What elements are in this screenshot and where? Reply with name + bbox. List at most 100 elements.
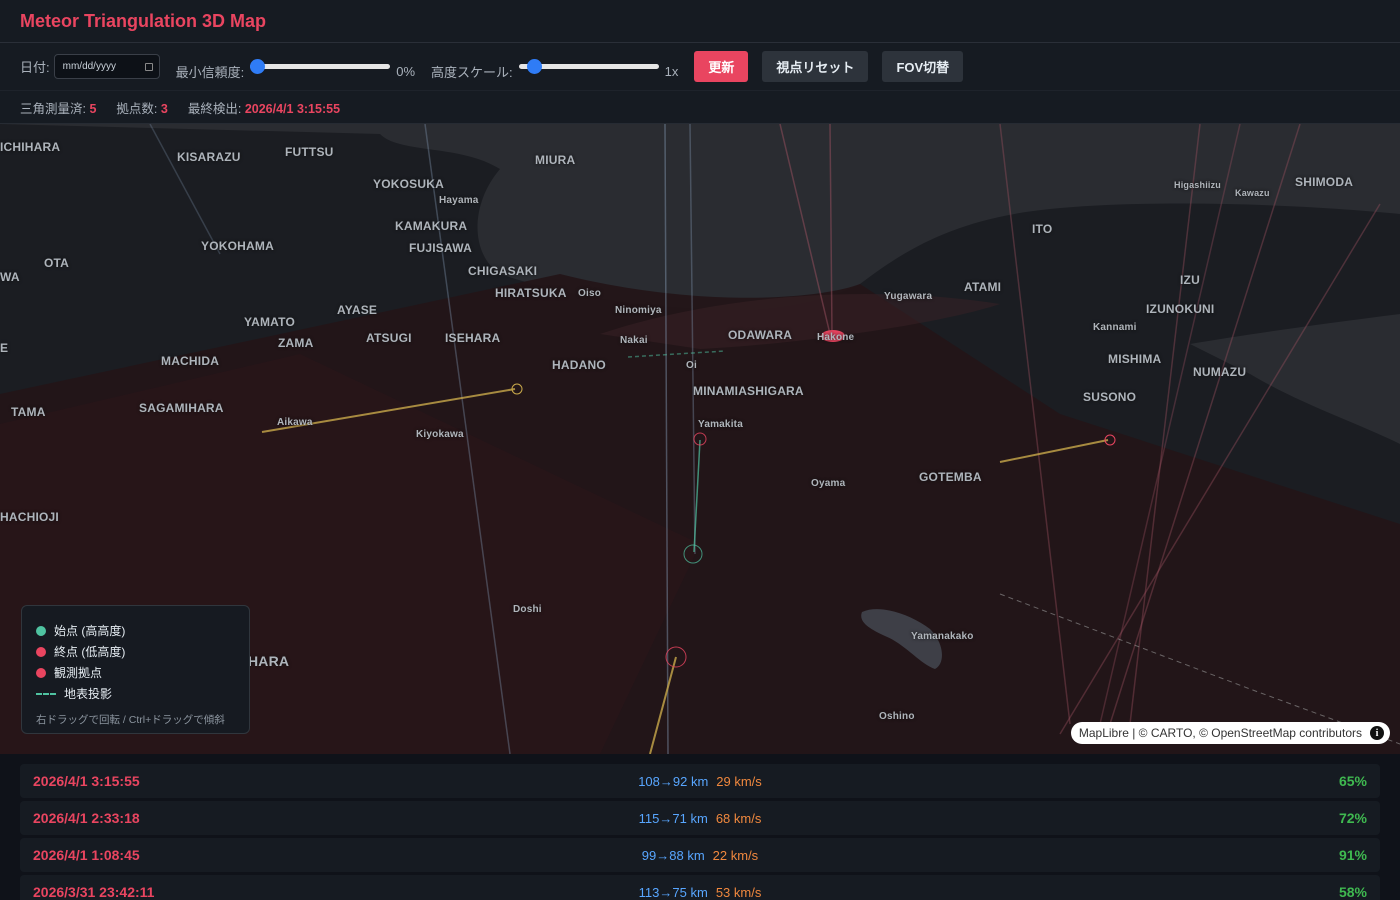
place-label: KAMAKURA: [395, 219, 468, 233]
legend-end: 終点 (低高度): [36, 641, 235, 662]
place-label: NUMAZU: [1193, 365, 1247, 379]
place-label: Yugawara: [884, 291, 933, 302]
place-label: ITO: [1032, 222, 1053, 236]
fov-toggle-button[interactable]: FOV切替: [882, 51, 964, 82]
place-label: HADANO: [552, 358, 606, 372]
place-label: SUSONO: [1083, 390, 1137, 404]
place-label: Oiso: [578, 288, 602, 299]
detection-time: 2026/3/31 23:42:11: [33, 884, 155, 900]
slider-track: [250, 63, 391, 69]
place-label: MACHIDA: [161, 354, 220, 368]
app-title: Meteor Triangulation 3D Map: [20, 10, 267, 31]
place-label: Kiyokawa: [416, 429, 464, 440]
start-dot-icon: [36, 625, 46, 636]
place-label: Yamanakako: [911, 631, 974, 642]
bay-area: [1190, 314, 1400, 444]
control-bar: 日付: mm/dd/yyyy 最小信頼度: 0% 高度スケール: 1x 更新 視…: [0, 43, 1400, 91]
place-label: TAMA: [11, 405, 46, 419]
end-dot-icon: [36, 646, 46, 657]
place-label: Oshino: [879, 711, 915, 722]
place-label: YOKOSUKA: [373, 177, 444, 191]
place-label: SAGAMIHARA: [139, 401, 224, 415]
place-label: ODAWARA: [728, 328, 793, 342]
place-label: ATAMI: [964, 280, 1002, 294]
triangulated-count: 三角測量済: 5: [20, 101, 97, 116]
detection-row[interactable]: 2026/4/1 2:33:18 115→71 km 68 km/s 72%: [20, 801, 1380, 835]
detection-speed: 29 km/s: [716, 773, 762, 789]
min-confidence-slider[interactable]: [250, 57, 391, 77]
place-label: Aikawa: [277, 417, 313, 428]
detection-altitude: 115→71 km: [638, 810, 708, 826]
legend-start: 始点 (高高度): [36, 620, 235, 641]
update-button[interactable]: 更新: [694, 51, 749, 82]
place-label: ATSUGI: [366, 331, 412, 345]
place-label: HARA: [248, 653, 290, 669]
detection-list: 2026/4/1 3:15:55 108→92 km 29 km/s 65% 20…: [0, 754, 1400, 900]
place-label: CHIGASAKI: [468, 264, 538, 278]
detection-confidence: 58%: [1338, 884, 1367, 900]
altitude-scale-value: 1x: [664, 64, 679, 79]
legend-hint: 右ドラッグで回転 / Ctrl+ドラッグで傾斜: [36, 714, 225, 726]
place-label: Higashiizu: [1174, 180, 1222, 190]
detection-speed: 68 km/s: [715, 810, 762, 826]
place-label: HIRATSUKA: [495, 286, 567, 300]
detection-speed: 53 km/s: [715, 884, 762, 900]
detection-altitude: 108→92 km: [638, 773, 709, 789]
station-count: 拠点数: 3: [116, 101, 168, 116]
place-label: Hayama: [439, 195, 479, 206]
min-confidence-label: 最小信頼度:: [175, 65, 245, 80]
place-label: Kannami: [1093, 322, 1137, 333]
detection-confidence: 65%: [1338, 773, 1367, 789]
slider-thumb[interactable]: [250, 58, 266, 74]
place-label: ICHIHARA: [0, 140, 61, 154]
place-label: Nakai: [620, 335, 648, 346]
place-label: SHIMODA: [1295, 175, 1354, 189]
map-view[interactable]: ICHIHARA KISARAZU FUTTSU MIURA YOKOSUKA …: [0, 124, 1400, 754]
legend-station: 観測拠点: [36, 662, 235, 683]
calendar-icon[interactable]: [144, 62, 153, 71]
place-label: ZAMA: [278, 336, 314, 350]
place-label: ISEHARA: [445, 331, 501, 345]
place-label: WA: [0, 270, 20, 284]
station-dot-icon: [36, 667, 46, 678]
info-icon[interactable]: i: [1370, 726, 1384, 740]
place-label: Doshi: [513, 604, 542, 615]
altitude-scale-slider[interactable]: [518, 57, 659, 77]
place-label: Oyama: [811, 478, 846, 489]
place-label: Oi: [686, 360, 697, 371]
date-placeholder: mm/dd/yyyy: [62, 61, 116, 72]
detection-time: 2026/4/1 1:08:45: [33, 847, 140, 863]
place-label: Yamakita: [698, 419, 743, 430]
detection-row[interactable]: 2026/3/31 23:42:11 113→75 km 53 km/s 58%: [20, 875, 1380, 900]
place-label: FUTTSU: [285, 145, 334, 159]
detection-row[interactable]: 2026/4/1 1:08:45 99→88 km 22 km/s 91%: [20, 838, 1380, 872]
place-label: Kawazu: [1235, 188, 1270, 198]
place-label: KISARAZU: [177, 150, 241, 164]
detection-altitude: 99→88 km: [641, 847, 705, 863]
date-input[interactable]: mm/dd/yyyy: [53, 54, 160, 79]
map-attribution: MapLibre | © CARTO, © OpenStreetMap cont…: [1070, 722, 1390, 744]
detection-row[interactable]: 2026/4/1 3:15:55 108→92 km 29 km/s 65%: [20, 764, 1380, 798]
place-label: MIURA: [535, 153, 576, 167]
last-detection: 最終検出: 2026/4/1 3:15:55: [187, 101, 341, 116]
slider-thumb[interactable]: [526, 58, 542, 74]
reset-view-button[interactable]: 視点リセット: [762, 51, 869, 82]
detection-time: 2026/4/1 2:33:18: [33, 810, 140, 826]
place-label: YOKOHAMA: [201, 239, 274, 253]
place-label: Hakone: [817, 332, 855, 343]
place-label: HACHIOJI: [0, 510, 59, 524]
place-label: YAMATO: [244, 315, 295, 329]
map-legend: 始点 (高高度) 終点 (低高度) 観測拠点 地表投影 右ドラッグで回転 / C…: [21, 605, 250, 734]
detection-confidence: 91%: [1338, 847, 1367, 863]
place-label: FUJISAWA: [409, 241, 472, 255]
date-label: 日付:: [20, 60, 50, 75]
place-label: GOTEMBA: [919, 470, 982, 484]
detection-time: 2026/4/1 3:15:55: [33, 773, 140, 789]
detection-confidence: 72%: [1338, 810, 1367, 826]
app-header: Meteor Triangulation 3D Map: [0, 0, 1400, 43]
stats-bar: 三角測量済: 5 拠点数: 3 最終検出: 2026/4/1 3:15:55: [0, 91, 1400, 124]
dashed-line-icon: [36, 692, 56, 695]
legend-projection: 地表投影: [36, 683, 235, 704]
place-label: MISHIMA: [1108, 352, 1162, 366]
place-label: AYASE: [337, 303, 378, 317]
